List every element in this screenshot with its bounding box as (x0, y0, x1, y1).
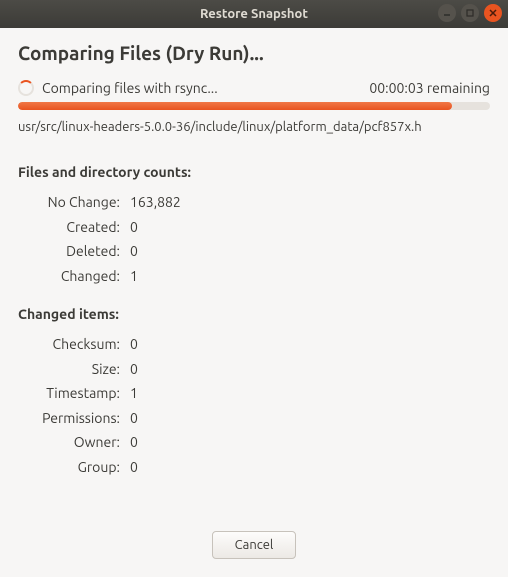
stat-label: Created: (18, 215, 130, 240)
stat-label: Owner: (18, 430, 130, 455)
stat-value: 0 (130, 430, 138, 455)
window-controls (438, 4, 502, 22)
stat-timestamp: Timestamp: 1 (18, 381, 490, 406)
stat-size: Size: 0 (18, 357, 490, 382)
stat-value: 1 (130, 381, 138, 406)
titlebar: Restore Snapshot (0, 0, 508, 28)
maximize-button[interactable] (461, 4, 479, 22)
stat-value: 0 (130, 239, 138, 264)
stat-label: Permissions: (18, 406, 130, 431)
changed-section-title: Changed items: (18, 306, 490, 322)
stat-label: No Change: (18, 190, 130, 215)
minimize-button[interactable] (438, 4, 456, 22)
stat-label: Group: (18, 455, 130, 480)
progress-bar-track (18, 102, 490, 110)
stat-label: Size: (18, 357, 130, 382)
close-button[interactable] (484, 4, 502, 22)
cancel-button[interactable]: Cancel (212, 531, 297, 559)
stat-value: 0 (130, 332, 138, 357)
stat-label: Timestamp: (18, 381, 130, 406)
stat-permissions: Permissions: 0 (18, 406, 490, 431)
stat-created: Created: 0 (18, 215, 490, 240)
progress-bar-fill (18, 102, 452, 110)
dialog-content: Comparing Files (Dry Run)... Comparing f… (0, 28, 508, 577)
stat-changed: Changed: 1 (18, 264, 490, 289)
current-file-path: usr/src/linux-headers-5.0.0-36/include/l… (18, 120, 490, 134)
counts-section-title: Files and directory counts: (18, 164, 490, 180)
button-row: Cancel (18, 523, 490, 563)
stat-value: 163,882 (130, 190, 181, 215)
changed-stats: Checksum: 0 Size: 0 Timestamp: 1 Permiss… (18, 332, 490, 479)
stat-label: Changed: (18, 264, 130, 289)
stat-checksum: Checksum: 0 (18, 332, 490, 357)
stat-label: Checksum: (18, 332, 130, 357)
stat-value: 0 (130, 215, 138, 240)
stat-value: 0 (130, 406, 138, 431)
page-title: Comparing Files (Dry Run)... (18, 42, 490, 64)
window-title: Restore Snapshot (0, 7, 508, 21)
stat-value: 1 (130, 264, 138, 289)
status-row: Comparing files with rsync... 00:00:03 r… (18, 80, 490, 96)
stat-owner: Owner: 0 (18, 430, 490, 455)
spinner-icon (18, 80, 34, 96)
status-text: Comparing files with rsync... (42, 80, 369, 96)
stat-label: Deleted: (18, 239, 130, 264)
stat-group: Group: 0 (18, 455, 490, 480)
stat-no-change: No Change: 163,882 (18, 190, 490, 215)
stat-value: 0 (130, 357, 138, 382)
counts-stats: No Change: 163,882 Created: 0 Deleted: 0… (18, 190, 490, 288)
stat-deleted: Deleted: 0 (18, 239, 490, 264)
stat-value: 0 (130, 455, 138, 480)
time-remaining: 00:00:03 remaining (369, 80, 490, 96)
